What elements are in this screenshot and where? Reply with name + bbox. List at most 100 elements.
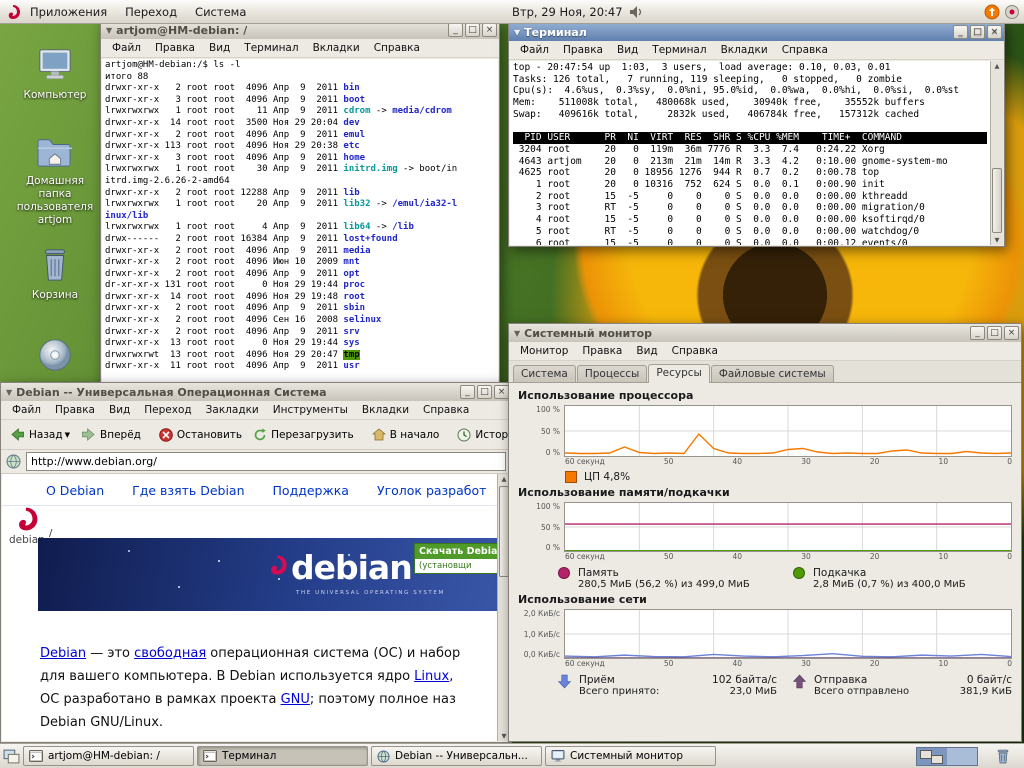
download-box[interactable]: Скачать Debian 6.0 (установщи — [414, 543, 497, 574]
terminal2-text-area[interactable]: top - 20:47:54 up 1:03, 3 users, load av… — [510, 61, 990, 245]
panel-menu-Приложения[interactable]: Приложения — [21, 0, 116, 23]
swap-color-swatch[interactable] — [793, 567, 805, 579]
menu-item-Правка[interactable]: Правка — [48, 403, 102, 417]
browser-icon — [377, 750, 390, 763]
sysmon-titlebar[interactable]: ▼ Системный монитор _ □ × — [509, 324, 1021, 342]
menu-item-Справка[interactable]: Справка — [367, 41, 427, 55]
menu-item-Справка[interactable]: Справка — [665, 344, 725, 358]
site-nav-link[interactable]: Где взять Debian — [132, 483, 244, 498]
taskbar-button-Системный монитор[interactable]: Системный монитор — [545, 746, 716, 766]
menu-item-Вкладки[interactable]: Вкладки — [714, 43, 775, 57]
browser-titlebar[interactable]: ▼ Debian -- Универсальная Операционная С… — [1, 383, 511, 401]
panel-menu-Система[interactable]: Система — [186, 0, 255, 23]
menu-item-Вкладки[interactable]: Вкладки — [355, 403, 416, 417]
site-nav-link[interactable]: Уголок разработ — [377, 483, 486, 498]
maximize-button[interactable]: □ — [987, 326, 1002, 340]
menu-item-Закладки[interactable]: Закладки — [199, 403, 266, 417]
window-menu-icon[interactable]: ▼ — [514, 28, 520, 37]
menu-item-Справка[interactable]: Справка — [775, 43, 835, 57]
back-button[interactable]: Назад▼ — [5, 424, 75, 445]
taskbar-button-Debian -- Универсальн...[interactable]: Debian -- Универсальн... — [371, 746, 542, 766]
window-menu-icon[interactable]: ▼ — [6, 388, 12, 397]
menu-item-Вкладки[interactable]: Вкладки — [306, 41, 367, 55]
reload-button[interactable]: Перезагрузить — [248, 424, 359, 446]
clock-text[interactable]: Втр, 29 Ноя, 20:47 — [512, 5, 623, 19]
menu-item-Переход[interactable]: Переход — [137, 403, 198, 417]
desktop-icon-trash[interactable]: Корзина — [9, 246, 101, 302]
text-link[interactable]: Debian — [40, 646, 86, 661]
scroll-down-icon[interactable]: ▼ — [991, 236, 1003, 244]
scroll-up-icon[interactable]: ▲ — [991, 62, 1003, 70]
desktop-icon-home[interactable]: Домашняя папка пользователя artjom — [9, 136, 101, 228]
clock-applet[interactable]: Втр, 29 Ноя, 20:47 — [512, 0, 644, 24]
menu-item-Правка[interactable]: Правка — [575, 344, 629, 358]
maximize-button[interactable]: □ — [465, 23, 480, 37]
window-menu-icon[interactable]: ▼ — [514, 329, 520, 338]
taskbar-button-Терминал[interactable]: Терминал — [197, 746, 368, 766]
close-button[interactable]: × — [494, 385, 509, 399]
text-link[interactable]: свободная — [134, 646, 206, 661]
taskbar-button-label: Debian -- Универсальн... — [395, 750, 528, 762]
sent-label: Отправка — [814, 674, 867, 686]
text-link[interactable]: Linux — [414, 669, 449, 684]
desktop-icon-computer[interactable]: Компьютер — [9, 46, 101, 102]
close-button[interactable]: × — [987, 25, 1002, 39]
tab-resources[interactable]: Ресурсы — [648, 364, 710, 383]
menu-item-Вид[interactable]: Вид — [629, 344, 664, 358]
menu-item-Монитор[interactable]: Монитор — [513, 344, 575, 358]
menu-item-Правка[interactable]: Правка — [148, 41, 202, 55]
menu-item-Файл[interactable]: Файл — [105, 41, 148, 55]
menu-item-Инструменты[interactable]: Инструменты — [266, 403, 355, 417]
cpu-color-swatch[interactable] — [565, 471, 577, 483]
tab-processes[interactable]: Процессы — [577, 365, 647, 382]
volume-icon[interactable] — [629, 5, 644, 19]
terminal2-titlebar[interactable]: ▼ Терминал _ □ × — [509, 23, 1004, 41]
trash-applet-icon[interactable] — [995, 748, 1011, 765]
maximize-button[interactable]: □ — [970, 25, 985, 39]
site-nav-link[interactable]: О Debian — [46, 483, 104, 498]
maximize-button[interactable]: □ — [477, 385, 492, 399]
stop-icon — [159, 428, 173, 442]
workspace-1[interactable] — [917, 748, 947, 765]
close-button[interactable]: × — [1004, 326, 1019, 340]
system-monitor-window: ▼ Системный монитор _ □ × МониторПравкаВ… — [508, 323, 1022, 742]
terminal1-text-area[interactable]: artjom@HM-debian:/$ ls -lитого 88drwxr-x… — [102, 59, 498, 390]
minimize-button[interactable]: _ — [953, 25, 968, 39]
scroll-thumb[interactable] — [992, 168, 1002, 233]
terminal-line: dr-xr-xr-x 131 root root 0 Ноя 29 19:44 … — [105, 280, 495, 292]
axis-tick-label: 10 — [939, 457, 949, 468]
banner-sparkles — [218, 560, 220, 562]
site-nav-link[interactable]: Поддержка — [273, 483, 349, 498]
panel-menu-Переход[interactable]: Переход — [116, 0, 186, 23]
text-link[interactable]: GNU — [281, 692, 310, 707]
terminal2-scrollbar[interactable]: ▲ ▼ — [990, 61, 1003, 245]
menu-item-Файл[interactable]: Файл — [5, 403, 48, 417]
stop-button[interactable]: Остановить — [154, 424, 247, 446]
forward-button[interactable]: Вперёд — [76, 424, 146, 445]
menu-item-Файл[interactable]: Файл — [513, 43, 556, 57]
tab-filesystems[interactable]: Файловые системы — [711, 365, 834, 382]
terminal2-window: ▼ Терминал _ □ × ФайлПравкаВидТерминалВк… — [508, 22, 1005, 247]
menu-item-Терминал[interactable]: Терминал — [237, 41, 305, 55]
tab-system[interactable]: Система — [513, 365, 576, 382]
window-menu-icon[interactable]: ▼ — [106, 26, 112, 35]
minimize-button[interactable]: _ — [460, 385, 475, 399]
menu-item-Правка[interactable]: Правка — [556, 43, 610, 57]
close-button[interactable]: × — [482, 23, 497, 37]
menu-item-Вид[interactable]: Вид — [202, 41, 237, 55]
download-title[interactable]: Скачать Debian 6.0 — [415, 544, 497, 559]
minimize-button[interactable]: _ — [970, 326, 985, 340]
memory-color-swatch[interactable] — [558, 567, 570, 579]
home-button[interactable]: В начало — [367, 424, 445, 445]
taskbar-button-artjom@HM-debian: /[interactable]: artjom@HM-debian: / — [23, 746, 194, 766]
menu-item-Вид[interactable]: Вид — [102, 403, 137, 417]
show-desktop-icon[interactable] — [3, 748, 20, 765]
update-notifier-icon[interactable] — [984, 4, 1000, 20]
menu-item-Вид[interactable]: Вид — [610, 43, 645, 57]
workspace-2[interactable] — [947, 748, 977, 765]
menu-item-Терминал[interactable]: Терминал — [645, 43, 713, 57]
minimize-button[interactable]: _ — [448, 23, 463, 37]
tray-status-icon[interactable] — [1004, 4, 1020, 20]
menu-item-Справка[interactable]: Справка — [416, 403, 476, 417]
address-input[interactable] — [26, 452, 506, 471]
